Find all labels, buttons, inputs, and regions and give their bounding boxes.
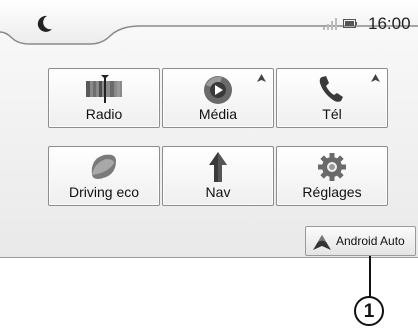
tile-label-settings: Réglages [302, 184, 362, 200]
multimedia-screen: 16:00 Radio Média Tél Driving eco Nav Ré… [0, 0, 418, 258]
callout-marker: 1 [354, 296, 384, 326]
callout-leader-line [369, 256, 371, 298]
android-auto-logo [313, 235, 331, 250]
media-play-icon [204, 76, 232, 104]
screen-bottom-edge [0, 257, 418, 258]
battery-icon [343, 19, 357, 28]
clock-time: 16:00 [368, 14, 411, 33]
tile-label-driving-eco: Driving eco [68, 184, 140, 200]
moon-icon[interactable] [35, 14, 55, 34]
status-bar: 16:00 [0, 0, 418, 46]
tile-nav[interactable]: Nav [162, 146, 274, 206]
tile-label-nav: Nav [205, 184, 231, 200]
signal-icon [323, 18, 337, 30]
tile-media[interactable]: Média [162, 68, 274, 128]
android-auto-badge-icon [257, 74, 266, 82]
tile-label-radio: Radio [85, 106, 123, 122]
settings-gear-icon [318, 153, 346, 181]
tile-driving-eco[interactable]: Driving eco [48, 146, 160, 206]
android-auto-button[interactable]: Android Auto [305, 226, 416, 256]
navigation-arrow-icon [209, 152, 227, 182]
tile-label-phone: Tél [322, 106, 342, 122]
tile-phone[interactable]: Tél [276, 68, 388, 128]
callout-number: 1 [363, 301, 375, 322]
android-auto-label: Android Auto [336, 234, 405, 248]
tile-settings[interactable]: Réglages [276, 146, 388, 206]
android-auto-badge-icon [371, 74, 380, 82]
phone-icon [319, 76, 343, 102]
eco-leaf-icon [91, 154, 116, 179]
radio-icon [86, 75, 122, 103]
tile-label-media: Média [198, 106, 238, 122]
tile-radio[interactable]: Radio [48, 68, 160, 128]
